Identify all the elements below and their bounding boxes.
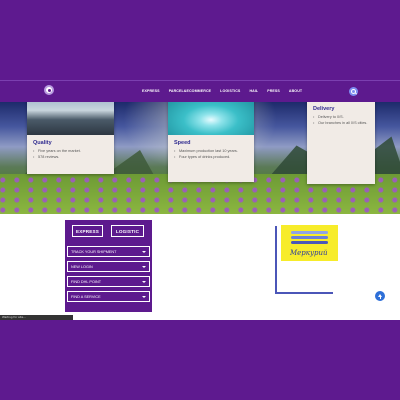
hero-banner: Quality Five years on the market. 578 re… (0, 102, 400, 214)
card-delivery: Delivery Delivery to 0/S. Our branches i… (307, 102, 375, 184)
browser-status-bar: Waiting for site... (0, 315, 73, 320)
dropdown-label: NEW LOGIN (71, 264, 93, 269)
tab-express[interactable]: EXPRESS (72, 225, 103, 237)
logo-wave (291, 236, 328, 239)
card-speed-image (168, 102, 254, 135)
tab-logistic[interactable]: LOGISTIC (111, 225, 144, 237)
nav-parcel-ecommerce[interactable]: PARCEL&ECOMMERCE (169, 89, 211, 93)
nav-express[interactable]: EXPRESS (142, 89, 160, 93)
card-title: Quality (33, 140, 52, 146)
main-nav: EXPRESS PARCEL&ECOMMERCE LOGISTICS HAIL … (142, 89, 302, 93)
card-quality-image (27, 102, 114, 135)
chevron-down-icon (142, 266, 146, 268)
new-login-dropdown[interactable]: NEW LOGIN (67, 261, 150, 272)
nav-about[interactable]: ABOUT (289, 89, 302, 93)
site-header: EXPRESS PARCEL&ECOMMERCE LOGISTICS HAIL … (0, 80, 400, 102)
dropdown-label: FIND A SERVICE (71, 294, 101, 299)
chevron-down-icon (142, 281, 146, 283)
card-quality: Quality Five years on the market. 578 re… (27, 102, 114, 174)
card-list: Five years on the market. 578 reviews. (27, 149, 114, 160)
nav-logistics[interactable]: LOGISTICS (220, 89, 240, 93)
list-item: Our branches in all 0/S cities. (313, 121, 369, 127)
logo-wave (291, 241, 328, 244)
track-shipment-dropdown[interactable]: TRACK YOUR SHIPMENT (67, 246, 150, 257)
card-title: Delivery (313, 106, 335, 112)
tracking-widget: EXPRESS LOGISTIC TRACK YOUR SHIPMENT NEW… (65, 220, 152, 312)
find-dhl-point-dropdown[interactable]: FIND DHL POINT (67, 276, 150, 287)
nav-hail[interactable]: HAIL (249, 89, 258, 93)
list-item: Four types of drinks produced. (174, 155, 248, 161)
card-list: Maximum production last 10 years. Four t… (168, 149, 254, 160)
dropdown-label: TRACK YOUR SHIPMENT (71, 249, 117, 254)
chevron-down-icon (142, 296, 146, 298)
search-icon[interactable] (349, 87, 358, 96)
card-list: Delivery to 0/S. Our branches in all 0/S… (307, 115, 375, 126)
website-viewport: EXPRESS PARCEL&ECOMMERCE LOGISTICS HAIL … (0, 80, 400, 320)
partner-name: Меркурий (290, 249, 328, 257)
dropdown-label: FIND DHL POINT (71, 279, 102, 284)
chevron-down-icon (142, 251, 146, 253)
partner-logo[interactable]: Меркурий (281, 225, 338, 261)
find-service-dropdown[interactable]: FIND A SERVICE (67, 291, 150, 302)
card-title: Speed (174, 140, 191, 146)
scroll-top-icon[interactable] (375, 291, 385, 301)
card-speed: Speed Maximum production last 10 years. … (168, 102, 254, 182)
circle-logo-icon[interactable] (44, 85, 54, 95)
logo-wave (291, 231, 328, 234)
list-item: 578 reviews. (33, 155, 108, 161)
nav-press[interactable]: PRESS (267, 89, 280, 93)
